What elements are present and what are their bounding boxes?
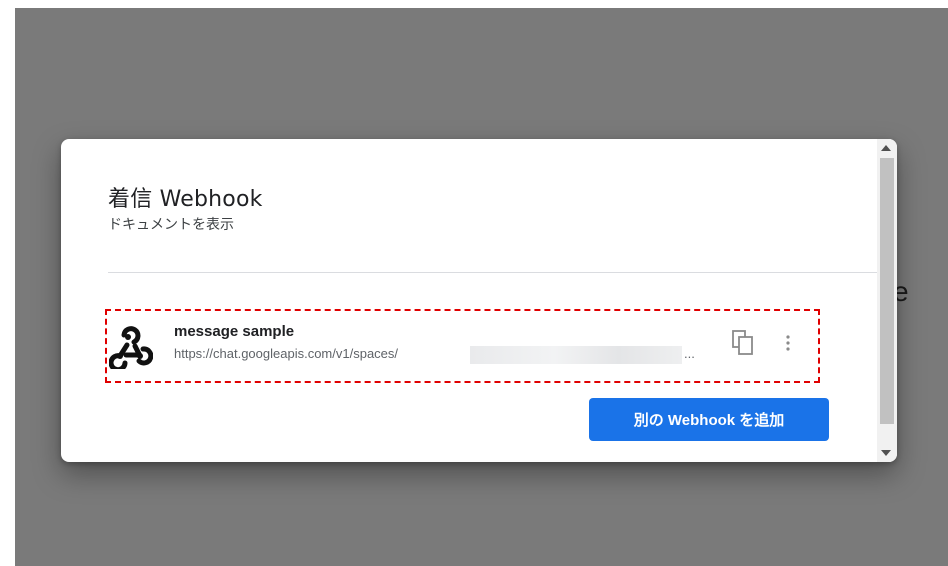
dialog-title: 着信 Webhook	[108, 187, 263, 212]
view-documentation-link[interactable]: ドキュメントを表示	[108, 214, 234, 234]
scroll-down-arrow-icon[interactable]	[881, 450, 891, 456]
redacted-url-segment	[470, 346, 682, 364]
url-ellipsis: ...	[684, 346, 695, 361]
dialog-scrollbar[interactable]	[877, 139, 897, 462]
divider	[108, 272, 878, 273]
webhook-name: message sample	[174, 323, 295, 340]
incoming-webhook-dialog: 着信 Webhook ドキュメントを表示 message sample http…	[61, 139, 897, 462]
webhook-icon	[109, 326, 153, 369]
webhook-url: https://chat.googleapis.com/v1/spaces/	[174, 346, 399, 361]
copy-icon[interactable]	[731, 329, 757, 357]
add-another-webhook-button[interactable]: 別の Webhook を追加	[589, 398, 829, 441]
scroll-up-arrow-icon[interactable]	[881, 145, 891, 151]
webhook-list-item[interactable]: message sample https://chat.googleapis.c…	[105, 309, 820, 383]
scroll-thumb[interactable]	[880, 158, 894, 424]
more-vert-icon[interactable]	[781, 329, 795, 357]
